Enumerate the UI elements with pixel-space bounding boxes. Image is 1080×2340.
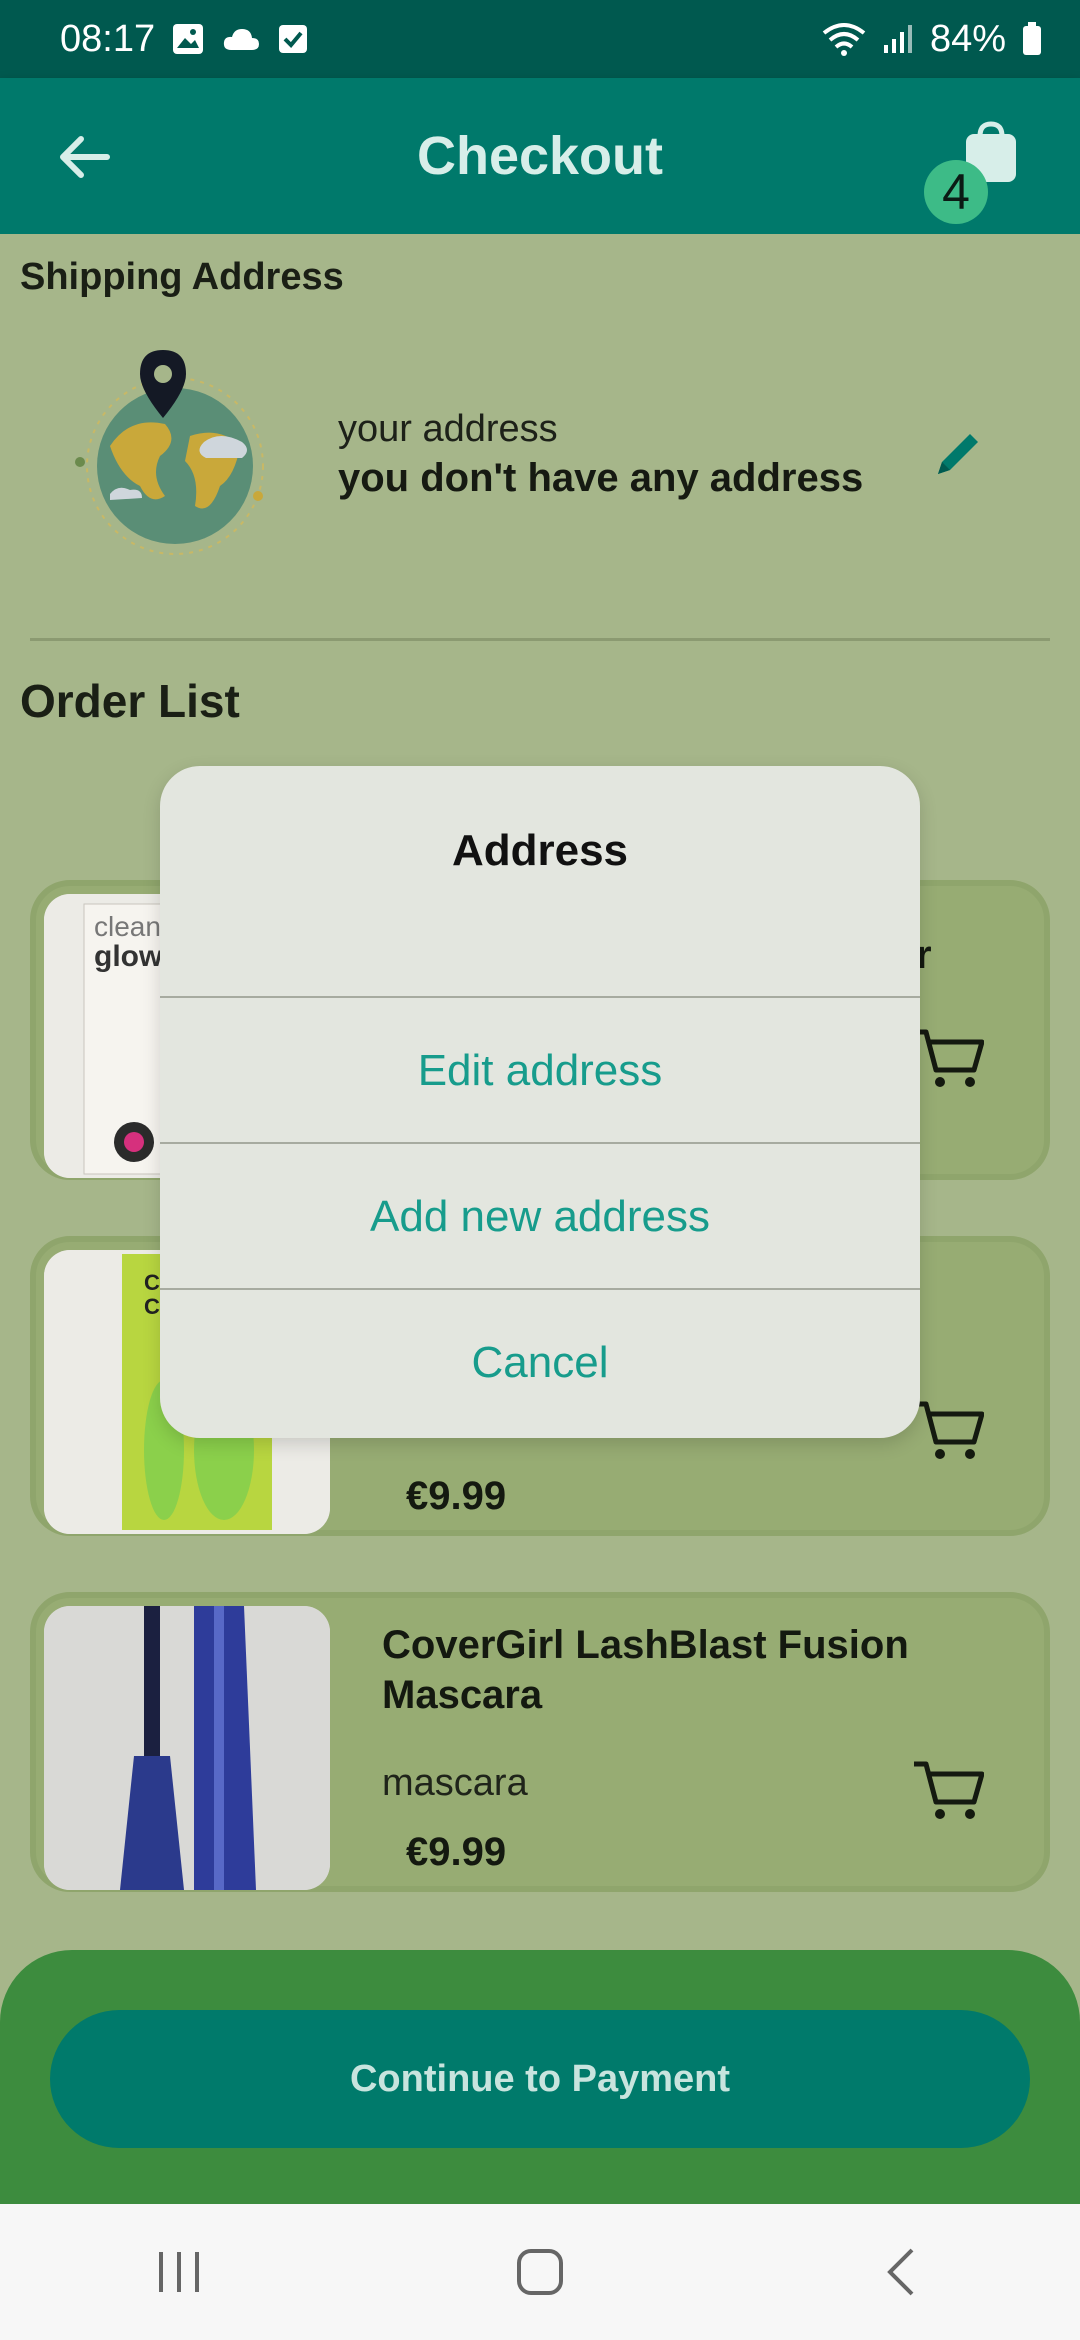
mascara-tube-image bbox=[44, 1606, 330, 1890]
edit-address-button[interactable]: Edit address bbox=[160, 996, 920, 1144]
signal-icon bbox=[883, 25, 912, 53]
gallery-icon bbox=[173, 24, 204, 54]
checkbox-icon bbox=[279, 25, 308, 53]
shipping-section-title: Shipping Address bbox=[20, 256, 344, 298]
add-to-cart-icon[interactable] bbox=[912, 1398, 984, 1464]
add-to-cart-icon[interactable] bbox=[912, 1758, 984, 1824]
page-title: Checkout bbox=[416, 126, 664, 186]
wifi-icon bbox=[822, 23, 866, 56]
product-image bbox=[44, 1606, 330, 1890]
add-new-address-button[interactable]: Add new address bbox=[160, 1142, 920, 1290]
dialog-title: Address bbox=[451, 826, 629, 875]
chevron-left-icon bbox=[887, 2248, 914, 2296]
continue-to-payment-button[interactable]: Continue to Payment bbox=[50, 2010, 1030, 2148]
back-nav-button[interactable] bbox=[840, 2232, 960, 2312]
address-label: your address bbox=[338, 408, 558, 450]
cloud-icon bbox=[223, 29, 260, 50]
recent-apps-icon bbox=[159, 2252, 199, 2292]
home-icon bbox=[517, 2249, 563, 2295]
product-category: mascara bbox=[382, 1762, 528, 1804]
product-price: €9.99 bbox=[406, 1474, 507, 1518]
battery-percent: 84% bbox=[929, 17, 1006, 60]
svg-text:clean: clean bbox=[94, 911, 161, 942]
product-name: r bbox=[916, 933, 932, 977]
home-button[interactable] bbox=[480, 2232, 600, 2312]
address-value: you don't have any address bbox=[338, 456, 864, 500]
back-button[interactable] bbox=[50, 122, 120, 192]
clock: 08:17 bbox=[60, 17, 156, 60]
app-bar: Checkout 4 bbox=[0, 78, 1080, 234]
address-dialog: Address Edit address Add new address Can… bbox=[160, 766, 920, 1438]
cart-button[interactable]: 4 bbox=[924, 120, 1032, 224]
cart-count-badge: 4 bbox=[924, 160, 988, 224]
order-item-card[interactable]: CoverGirl LashBlast Fusion Mascara masca… bbox=[30, 1592, 1050, 1892]
battery-icon bbox=[1023, 22, 1041, 55]
system-nav-bar bbox=[0, 2204, 1080, 2340]
section-divider bbox=[30, 638, 1050, 641]
svg-text:glow: glow bbox=[94, 940, 163, 973]
edit-pencil-icon[interactable] bbox=[928, 424, 988, 484]
globe-location-illustration bbox=[75, 350, 264, 555]
add-to-cart-icon[interactable] bbox=[912, 1026, 984, 1092]
product-price: €9.99 bbox=[406, 1830, 507, 1874]
product-name: CoverGirl LashBlast Fusion Mascara bbox=[382, 1623, 909, 1717]
recent-apps-button[interactable] bbox=[120, 2232, 240, 2312]
status-bar: 08:17 84% bbox=[0, 0, 1080, 78]
cancel-button[interactable]: Cancel bbox=[160, 1288, 920, 1436]
arrow-left-icon bbox=[60, 136, 110, 178]
order-list-title: Order List bbox=[20, 675, 240, 727]
